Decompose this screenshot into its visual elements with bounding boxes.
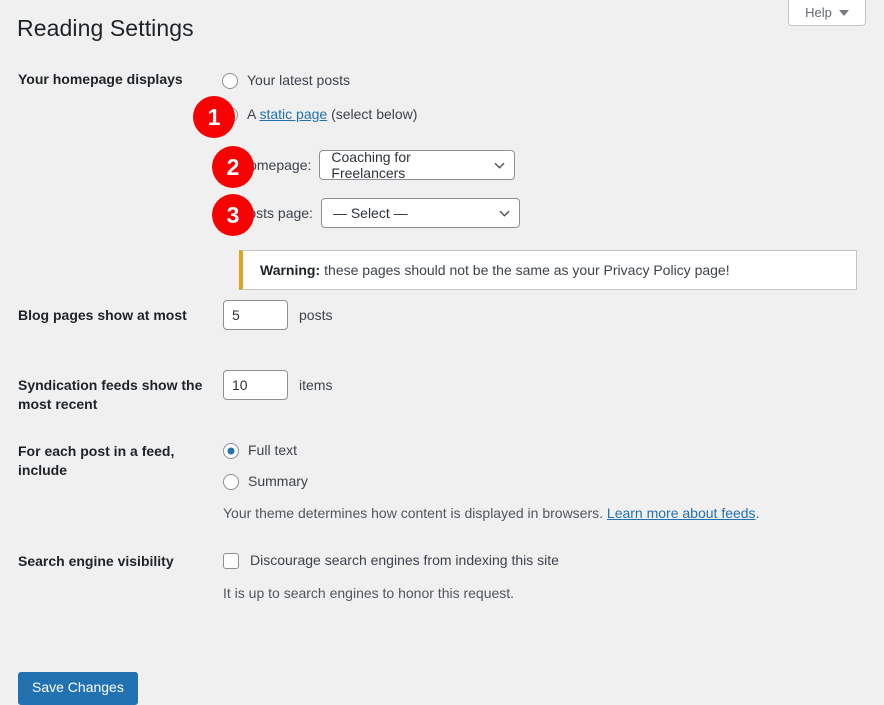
posts-page-select[interactable]: — Select — xyxy=(321,198,520,228)
discourage-search-checkbox[interactable] xyxy=(223,553,239,569)
search-visibility-helper-text: It is up to search engines to honor this… xyxy=(223,583,884,604)
label-homepage-displays: Your homepage displays xyxy=(0,70,222,89)
static-page-prefix: A xyxy=(247,106,259,122)
radio-option-summary[interactable]: Summary xyxy=(223,471,884,492)
radio-option-full-text[interactable]: Full text xyxy=(223,440,884,461)
blog-pages-field-group: posts xyxy=(222,300,884,330)
field-syndication-feeds: items xyxy=(222,370,884,400)
syndication-feeds-field-group: items xyxy=(222,370,884,400)
radio-full-text[interactable] xyxy=(223,443,239,459)
row-syndication-feeds: Syndication feeds show the most recent i… xyxy=(0,370,884,440)
radio-summary[interactable] xyxy=(223,474,239,490)
feed-helper-suffix: . xyxy=(756,505,760,521)
blog-pages-unit: posts xyxy=(299,307,332,323)
page-title: Reading Settings xyxy=(17,14,194,44)
label-blog-pages: Blog pages show at most xyxy=(0,300,222,325)
warning-notice-text: these pages should not be the same as yo… xyxy=(324,262,729,278)
discourage-search-label: Discourage search engines from indexing … xyxy=(250,550,559,571)
chevron-down-icon xyxy=(494,160,505,171)
annotation-badge-2: 2 xyxy=(212,146,254,188)
feed-helper-prefix: Your theme determines how content is dis… xyxy=(223,505,607,521)
learn-more-about-feeds-link[interactable]: Learn more about feeds xyxy=(607,505,756,521)
field-homepage-displays: Your latest posts A static page (select … xyxy=(222,70,884,131)
feed-include-helper-text: Your theme determines how content is dis… xyxy=(223,503,884,524)
homepage-select-value: Coaching for Freelancers xyxy=(331,149,485,181)
radio-label-summary: Summary xyxy=(248,471,308,492)
row-feed-include: For each post in a feed, include Full te… xyxy=(0,440,884,550)
row-blog-pages: Blog pages show at most posts xyxy=(0,300,884,370)
warning-notice-strong: Warning: xyxy=(260,262,320,278)
checkbox-option-discourage-search[interactable]: Discourage search engines from indexing … xyxy=(223,550,884,571)
chevron-down-icon xyxy=(499,208,510,219)
field-search-visibility: Discourage search engines from indexing … xyxy=(222,550,884,604)
label-syndication-feeds-text: Syndication feeds show the most recent xyxy=(18,377,202,412)
static-page-link[interactable]: static page xyxy=(259,106,327,122)
blog-pages-input[interactable] xyxy=(223,300,288,330)
reading-settings-form: Your homepage displays Your latest posts… xyxy=(0,70,884,620)
label-syndication-feeds: Syndication feeds show the most recent xyxy=(0,370,222,414)
radio-option-static-page[interactable]: A static page (select below) xyxy=(222,104,884,125)
radio-option-latest-posts[interactable]: Your latest posts xyxy=(222,70,884,91)
row-search-visibility: Search engine visibility Discourage sear… xyxy=(0,550,884,620)
homepage-select[interactable]: Coaching for Freelancers xyxy=(319,150,515,180)
radio-latest-posts[interactable] xyxy=(222,73,238,89)
posts-page-select-row: Posts page: — Select — xyxy=(239,198,520,228)
help-tab-button[interactable]: Help xyxy=(788,0,866,26)
radio-label-full-text: Full text xyxy=(248,440,297,461)
radio-label-static-page: A static page (select below) xyxy=(247,104,417,125)
radio-label-latest-posts: Your latest posts xyxy=(247,70,350,91)
label-feed-include: For each post in a feed, include xyxy=(0,440,222,480)
posts-page-select-value: — Select — xyxy=(333,205,408,221)
field-feed-include: Full text Summary Your theme determines … xyxy=(222,440,884,524)
annotation-badge-1: 1 xyxy=(193,96,235,138)
static-page-suffix: (select below) xyxy=(327,106,417,122)
save-changes-button[interactable]: Save Changes xyxy=(18,672,138,705)
label-search-visibility: Search engine visibility xyxy=(0,550,222,571)
annotation-badge-3: 3 xyxy=(212,194,254,236)
field-blog-pages: posts xyxy=(222,300,884,330)
homepage-select-row: Homepage: Coaching for Freelancers xyxy=(239,150,515,180)
warning-notice: Warning: these pages should not be the s… xyxy=(239,250,857,290)
help-tab-label: Help xyxy=(805,0,832,19)
syndication-feeds-unit: items xyxy=(299,377,332,393)
syndication-feeds-input[interactable] xyxy=(223,370,288,400)
chevron-down-icon xyxy=(839,10,849,16)
